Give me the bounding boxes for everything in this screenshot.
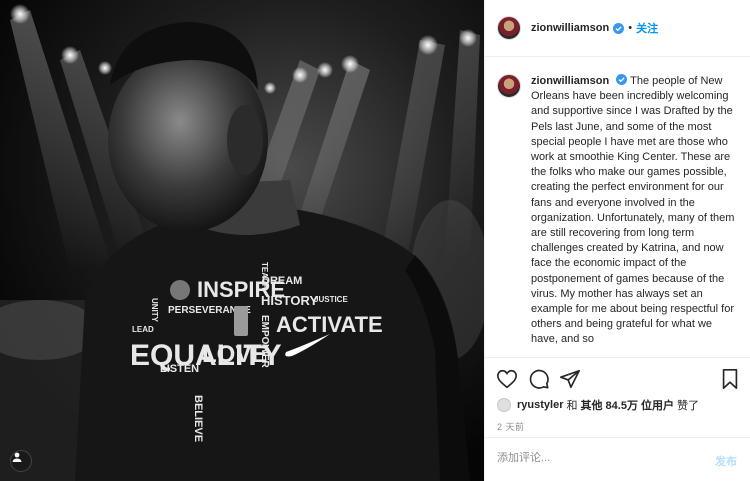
follow-button[interactable]: 关注: [636, 20, 658, 36]
user-tag-icon: [12, 452, 22, 462]
bookmark-icon[interactable]: [719, 368, 741, 390]
caption: zionwilliamson The people of New Orleans…: [485, 57, 750, 357]
action-bar: [485, 357, 750, 401]
comment-icon[interactable]: [528, 368, 550, 390]
caption-body: The people of New Orleans have been incr…: [531, 75, 735, 346]
comment-input[interactable]: [497, 452, 697, 464]
post-timestamp[interactable]: 2 天前: [497, 420, 525, 433]
shirt-lead: LEAD: [132, 325, 154, 334]
post-comment-button[interactable]: 发布: [715, 453, 737, 469]
likes-summary: ryustyler 和 其他 84.5万 位用户 赞了: [497, 397, 699, 413]
verified-badge-icon: [613, 22, 625, 34]
shirt-justice: JUSTICE: [314, 295, 348, 304]
shirt-listen: LISTEN: [160, 363, 199, 375]
caption-text: zionwilliamson The people of New Orleans…: [531, 74, 736, 357]
verified-badge-icon: [616, 74, 628, 85]
liker-avatar[interactable]: [497, 398, 511, 412]
liker-username[interactable]: ryustyler: [517, 399, 563, 411]
likes-and: 和: [566, 400, 578, 412]
user-tag-button[interactable]: [10, 450, 32, 472]
photo-image: INSPIRE DREAM HISTORY JUSTICE PERSEVERAN…: [0, 0, 484, 481]
post-photo[interactable]: INSPIRE DREAM HISTORY JUSTICE PERSEVERAN…: [0, 0, 484, 481]
caption-avatar[interactable]: [497, 74, 521, 98]
heart-icon[interactable]: [496, 368, 518, 390]
comment-bar: 发布: [485, 437, 750, 481]
separator-dot: •: [628, 22, 633, 34]
shirt-love: LOVE: [202, 341, 267, 368]
shirt-empower: EMPOWER: [259, 315, 270, 369]
nba-logo-icon: [234, 306, 248, 336]
shirt-teach: TEACH: [260, 262, 269, 290]
share-icon[interactable]: [559, 368, 581, 390]
likes-count-link[interactable]: 其他 84.5万 位用户: [580, 397, 674, 413]
shirt-history: HISTORY: [261, 293, 318, 308]
caption-username[interactable]: zionwilliamson: [531, 75, 609, 87]
shirt-unity: UNITY: [150, 298, 159, 323]
post-header: zionwilliamson • 关注: [485, 0, 750, 57]
shirt-activate: ACTIVATE: [276, 312, 383, 337]
likes-liked: 赞了: [677, 400, 700, 412]
shirt-believe: BELIEVE: [192, 395, 204, 442]
post-sidebar: zionwilliamson • 关注 zionwilliamson The p…: [484, 0, 750, 481]
avatar[interactable]: [497, 16, 521, 40]
header-username[interactable]: zionwilliamson: [531, 22, 609, 34]
